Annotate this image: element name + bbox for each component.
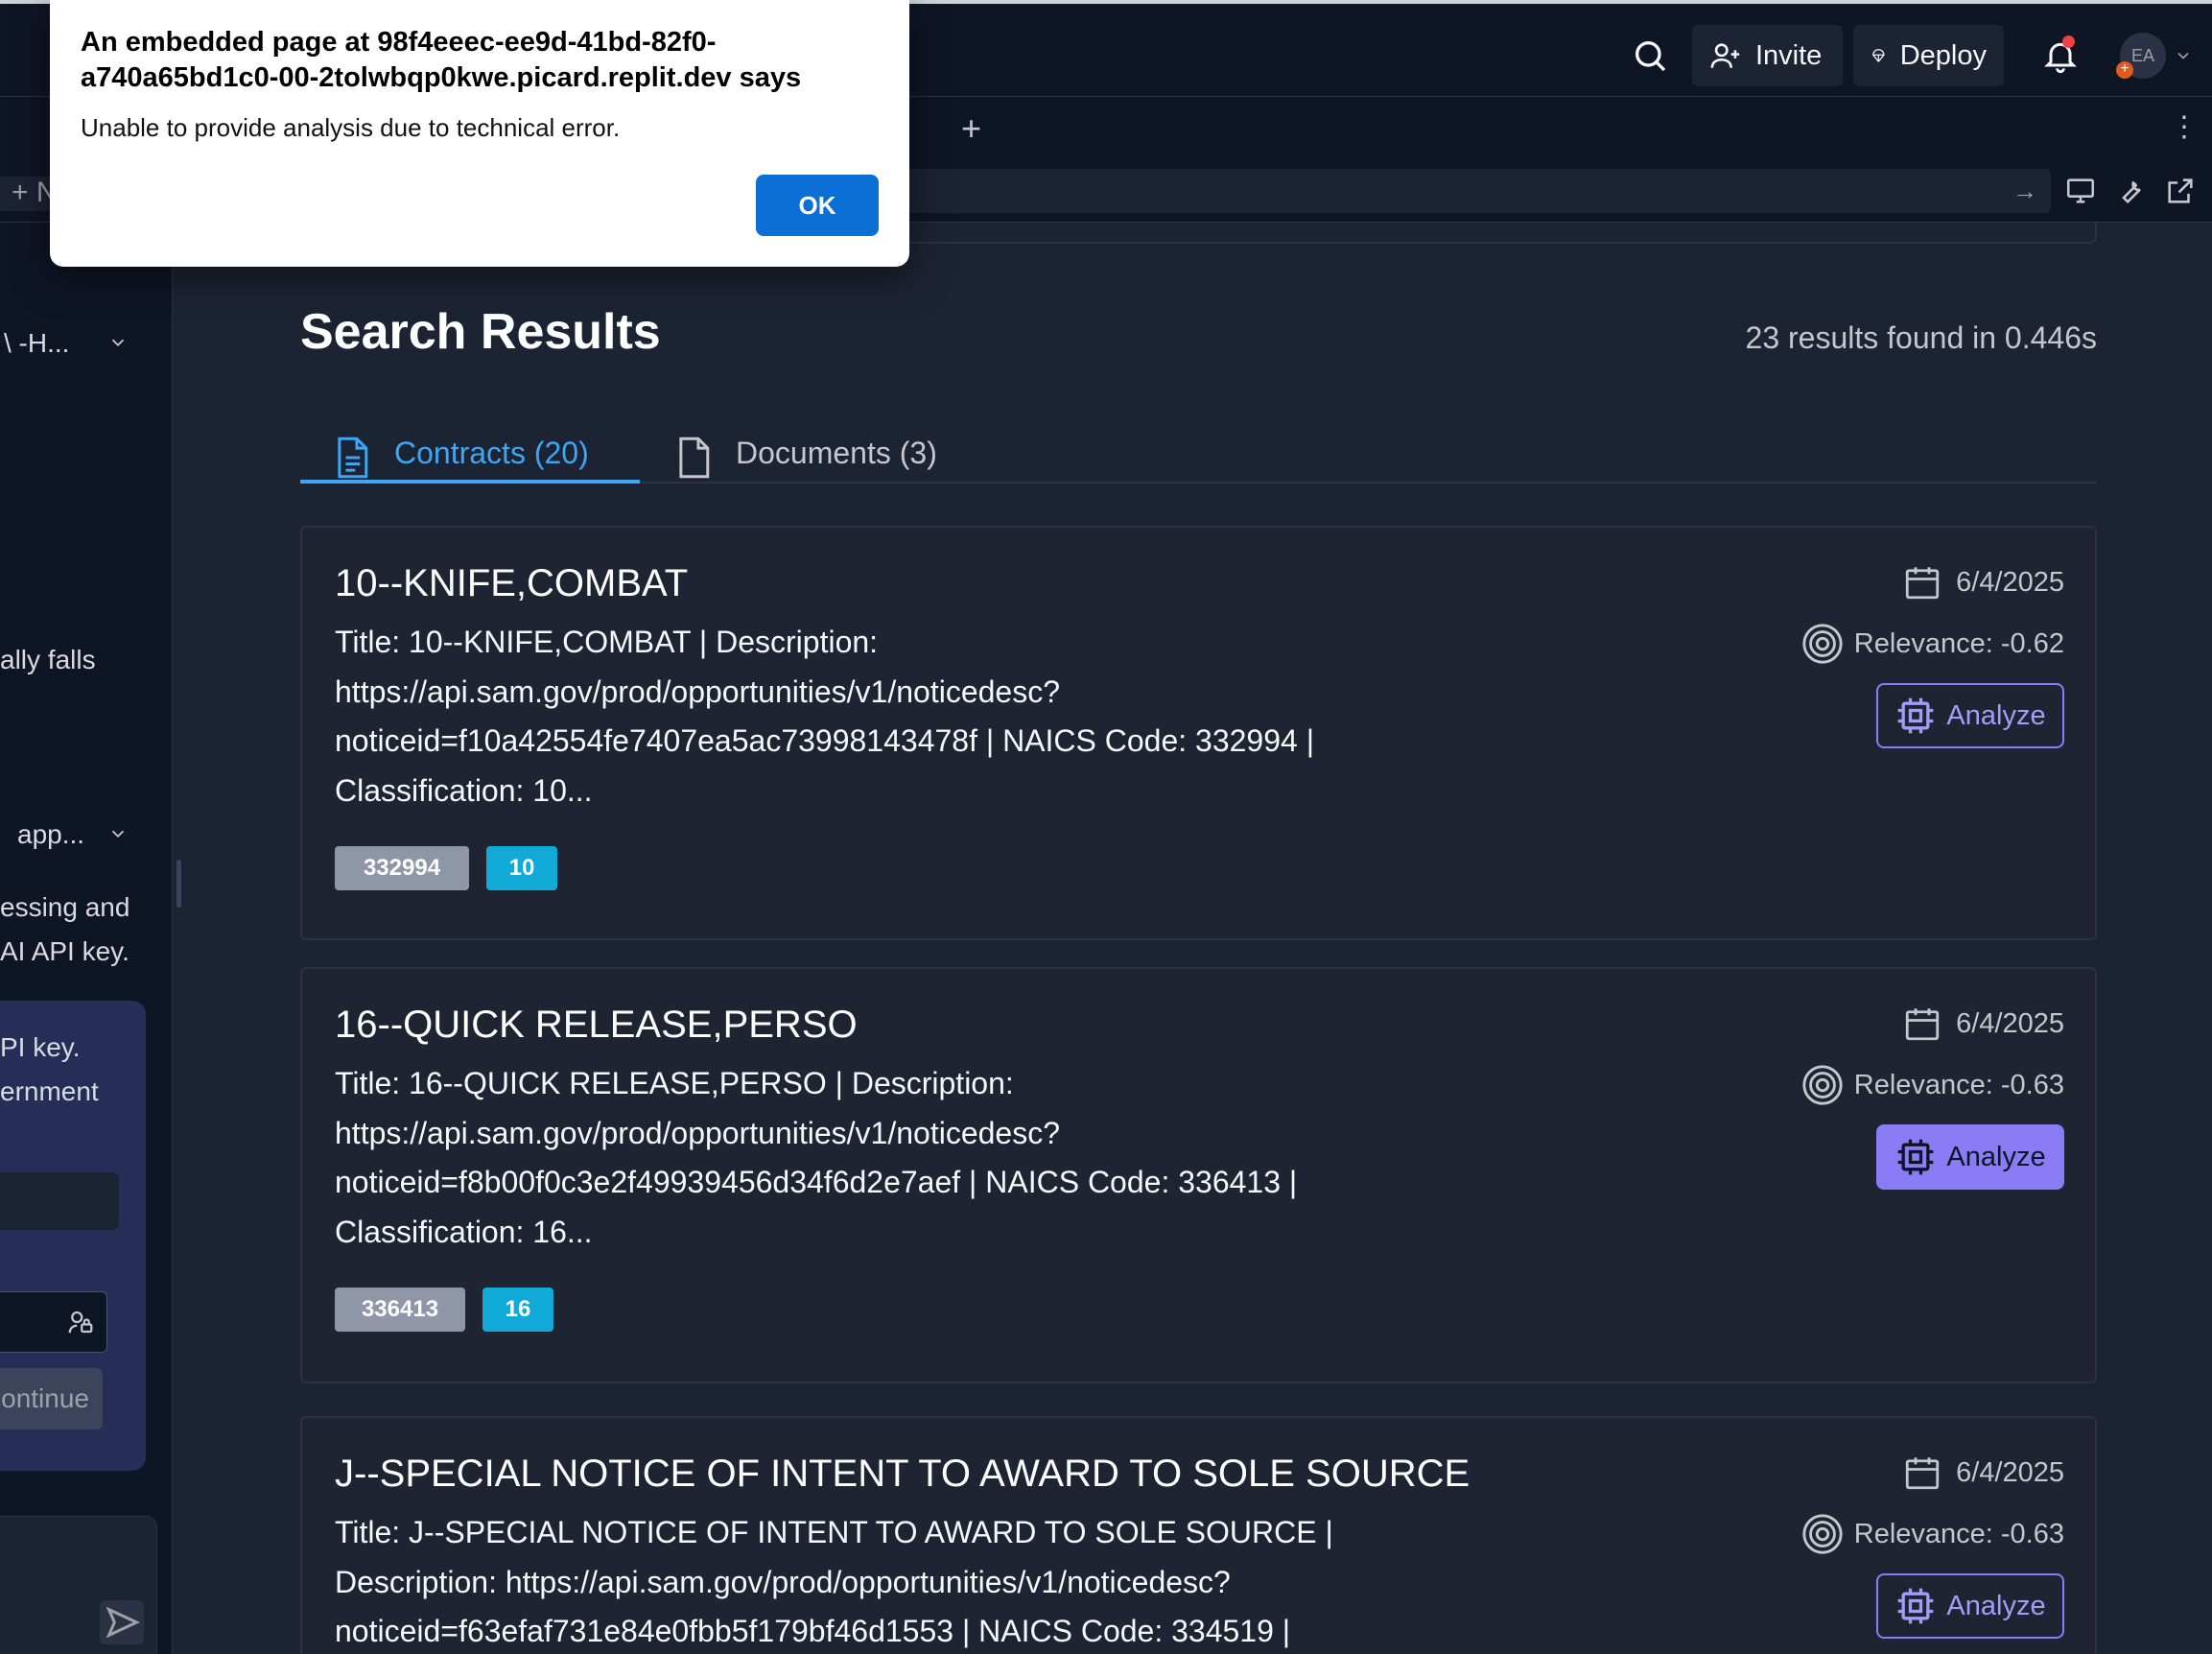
splitter-handle[interactable] xyxy=(176,860,181,908)
contract-card: 16--QUICK RELEASE,PERSO Title: 16--QUICK… xyxy=(300,967,2097,1383)
contract-description: Title: 16--QUICK RELEASE,PERSO | Descrip… xyxy=(335,1066,1298,1249)
panel-splitter[interactable] xyxy=(173,223,186,1654)
avatar-badge: + xyxy=(2116,61,2133,79)
deploy-button[interactable]: Deploy xyxy=(1853,25,2004,86)
relevance-label: Relevance: -0.63 xyxy=(1853,1069,2064,1100)
cpu-icon xyxy=(1898,1139,1934,1175)
page-title: Search Results xyxy=(300,304,661,360)
new-tab-button[interactable]: + xyxy=(961,108,981,149)
tab-documents-label: Documents (3) xyxy=(736,436,937,470)
contract-description: Title: 10--KNIFE,COMBAT | Description: h… xyxy=(335,625,1315,808)
calendar-icon xyxy=(1905,1008,1940,1041)
analyze-button[interactable]: Analyze xyxy=(1876,1124,2064,1190)
invite-button[interactable]: Invite xyxy=(1692,25,1843,86)
date-label: 6/4/2025 xyxy=(1956,566,2064,598)
chevron-down-icon[interactable] xyxy=(2174,46,2193,65)
avatar-initials: EA xyxy=(2130,45,2154,65)
dialog-message: Unable to provide analysis due to techni… xyxy=(81,113,621,142)
invite-label: Invite xyxy=(1755,39,1823,71)
agent-chat-panel: \ -H... ally falls app... essing and AI … xyxy=(0,223,173,1654)
target-icon xyxy=(1802,624,1843,664)
file-text-icon xyxy=(338,437,368,479)
calendar-icon xyxy=(1905,1457,1940,1490)
result-tabs: Contracts (20) Documents (3) xyxy=(300,424,2097,484)
naics-tag: 336413 xyxy=(335,1288,465,1332)
contract-title[interactable]: 10--KNIFE,COMBAT xyxy=(335,562,688,605)
result-count: 23 results found in 0.446s xyxy=(1745,320,2097,355)
send-icon[interactable] xyxy=(100,1600,144,1644)
arrow-right-icon[interactable]: → xyxy=(2012,177,2037,206)
external-link-icon[interactable] xyxy=(2164,175,2197,207)
analyze-button[interactable]: Analyze xyxy=(1876,1573,2064,1639)
invite-person-icon xyxy=(1710,43,1740,68)
monitor-icon[interactable] xyxy=(2064,175,2097,207)
target-icon xyxy=(1802,1065,1843,1105)
relevance-score: Relevance: -0.63 xyxy=(1800,1512,2064,1556)
chevron-down-icon[interactable] xyxy=(107,332,129,353)
secret-key-field[interactable] xyxy=(0,1172,119,1230)
continue-button[interactable]: ontinue xyxy=(0,1368,103,1430)
relevance-score: Relevance: -0.62 xyxy=(1800,622,2064,666)
tab-contracts[interactable]: Contracts (20) xyxy=(300,424,640,484)
cpu-icon xyxy=(1898,697,1934,734)
contract-date: 6/4/2025 xyxy=(1902,1453,2064,1493)
calendar-icon xyxy=(1905,567,1940,600)
contract-date: 6/4/2025 xyxy=(1902,562,2064,603)
url-input[interactable]: → xyxy=(902,169,2051,213)
chat-text-fragment: ally falls xyxy=(0,645,96,674)
user-key-icon xyxy=(68,1311,93,1334)
chat-text-fragment: essing and xyxy=(0,892,130,922)
tag-row: 332994 10 xyxy=(335,846,718,890)
deploy-icon xyxy=(1872,49,1885,62)
secret-value-field[interactable] xyxy=(0,1291,107,1353)
chat-text-fragment: AI API key. xyxy=(0,936,129,966)
more-options-button[interactable]: ⋮ xyxy=(2170,110,2199,144)
contract-title[interactable]: 16--QUICK RELEASE,PERSO xyxy=(335,1004,858,1047)
date-label: 6/4/2025 xyxy=(1956,1007,2064,1039)
chat-row-label-1[interactable]: \ -H... xyxy=(4,328,69,359)
analyze-label: Analyze xyxy=(1946,699,2046,731)
webview-content: Search Results 23 results found in 0.446… xyxy=(186,223,2212,1654)
classification-tag: 10 xyxy=(486,846,557,890)
contract-description: Title: J--SPECIAL NOTICE OF INTENT TO AW… xyxy=(335,1515,1333,1648)
card-text-fragment: PI key. xyxy=(0,1032,81,1062)
tag-row: 336413 16 xyxy=(335,1288,718,1332)
search-icon[interactable] xyxy=(1631,36,1669,75)
analyze-label: Analyze xyxy=(1946,1141,2046,1172)
contract-date: 6/4/2025 xyxy=(1902,1004,2064,1044)
alert-dialog: An embedded page at 98f4eeec-ee9d-41bd-8… xyxy=(50,0,909,267)
date-label: 6/4/2025 xyxy=(1956,1456,2064,1488)
notification-dot xyxy=(2062,35,2075,48)
left-new-chat-button[interactable]: + N xyxy=(0,177,58,211)
contract-card: 10--KNIFE,COMBAT Title: 10--KNIFE,COMBAT… xyxy=(300,526,2097,940)
chat-row-label-2[interactable]: app... xyxy=(17,819,84,850)
cpu-icon xyxy=(1898,1588,1934,1624)
tab-documents[interactable]: Documents (3) xyxy=(674,424,937,484)
relevance-score: Relevance: -0.63 xyxy=(1800,1063,2064,1107)
file-icon xyxy=(679,437,710,479)
relevance-label: Relevance: -0.63 xyxy=(1853,1518,2064,1549)
dialog-heading: An embedded page at 98f4eeec-ee9d-41bd-8… xyxy=(81,27,802,93)
card-text-fragment: ernment xyxy=(0,1076,99,1106)
classification-tag: 16 xyxy=(482,1288,553,1332)
ok-button[interactable]: OK xyxy=(756,175,879,236)
relevance-label: Relevance: -0.62 xyxy=(1853,627,2064,659)
target-icon xyxy=(1802,1514,1843,1554)
contract-card: J--SPECIAL NOTICE OF INTENT TO AWARD TO … xyxy=(300,1416,2097,1654)
naics-tag: 332994 xyxy=(335,846,469,890)
wrench-icon[interactable] xyxy=(2114,175,2147,207)
analyze-label: Analyze xyxy=(1946,1590,2046,1621)
chevron-down-icon[interactable] xyxy=(107,823,129,844)
deploy-label: Deploy xyxy=(1899,39,1987,71)
contract-title[interactable]: J--SPECIAL NOTICE OF INTENT TO AWARD TO … xyxy=(335,1453,1470,1496)
analyze-button[interactable]: Analyze xyxy=(1876,683,2064,748)
tab-contracts-label: Contracts (20) xyxy=(394,436,589,470)
